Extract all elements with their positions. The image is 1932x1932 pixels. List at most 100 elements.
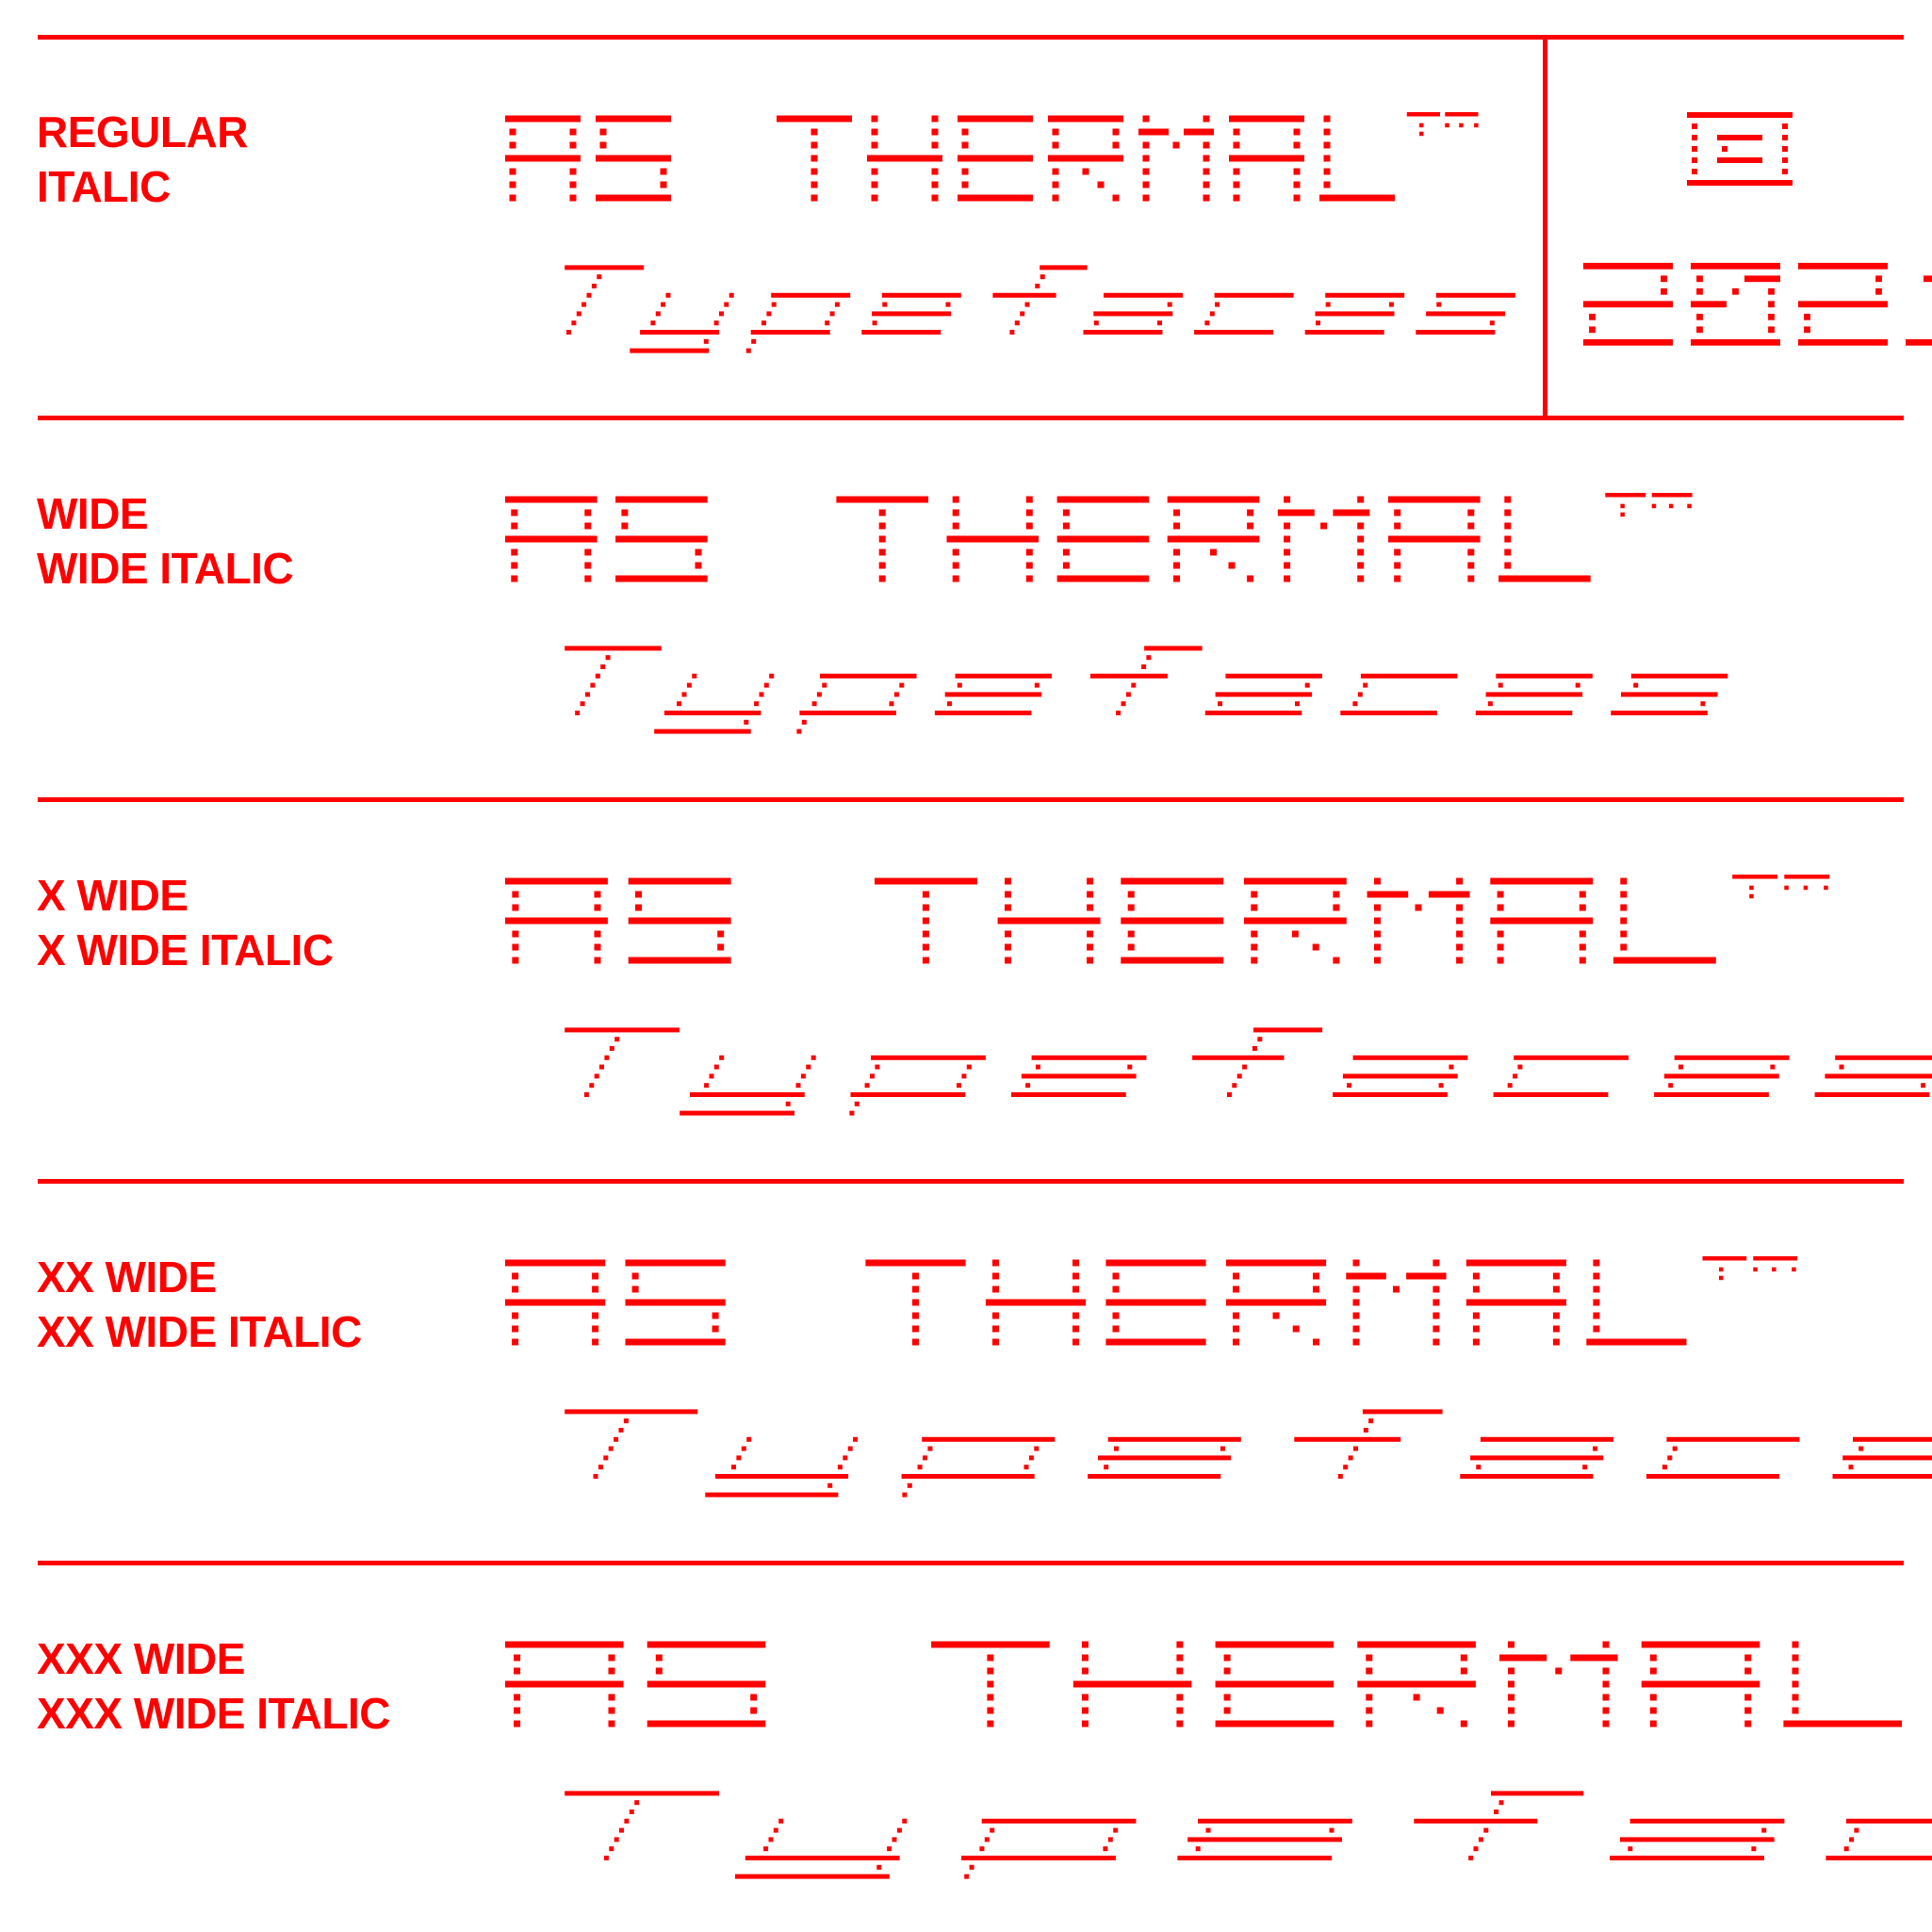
- title-pixel-H: [931, 128, 939, 136]
- subtitle-pixel-p: [923, 1455, 927, 1461]
- title-pixel-S: [647, 1720, 766, 1727]
- subtitle-pixel-p: [771, 302, 777, 307]
- subtitle-pixel-p: [850, 1092, 966, 1097]
- subtitle-pixel-c: [1645, 1474, 1779, 1479]
- title-pixel-A: [1552, 1272, 1560, 1280]
- title-pixel-L: [1792, 1654, 1799, 1662]
- subtitle-pixel-f: [1035, 284, 1040, 288]
- title-pixel-T: [878, 548, 886, 556]
- title-pixel-A: [514, 1707, 521, 1714]
- subtitle-pixel-c: [1517, 1064, 1523, 1070]
- title-pixel-A: [608, 1654, 615, 1662]
- title-pixel-M: [1367, 891, 1409, 898]
- subtitle-pixel-y: [654, 729, 751, 734]
- title-pixel-A: [1744, 1667, 1752, 1675]
- subtitle-pixel-c: [1209, 311, 1215, 317]
- subtitle-pixel-s: [1416, 330, 1496, 335]
- title-pixel-M: [1284, 522, 1291, 530]
- subtitle-pixel-y: [785, 1101, 791, 1106]
- title-pixel-E: [1056, 535, 1150, 543]
- title-pixel-A: [608, 1694, 615, 1701]
- subtitle-pixel-f: [1040, 274, 1045, 280]
- title-pixel-H: [1005, 904, 1011, 911]
- subtitle-pixel-T: [593, 1474, 598, 1479]
- title-pixel-H: [992, 1325, 999, 1333]
- trademark-pixel: [1419, 131, 1424, 137]
- year-pixel-0: [1696, 326, 1703, 334]
- subtitle-pixel-T: [599, 1064, 604, 1070]
- title-pixel-M: [1374, 943, 1381, 951]
- year-pixel-0: [1768, 313, 1775, 320]
- title-pixel-M: [1456, 957, 1464, 964]
- title-pixel-T: [931, 1641, 1050, 1648]
- title-pixel-A: [1579, 904, 1586, 911]
- subtitle-pixel-p: [927, 1446, 933, 1451]
- subtitle-pixel-s: [1630, 673, 1728, 679]
- year-pixel-2: [1661, 287, 1667, 295]
- title-pixel-M: [1142, 155, 1150, 162]
- trademark-pixel: [1651, 493, 1693, 498]
- title-pixel-H: [985, 1299, 1087, 1306]
- subtitle-pixel-c: [1826, 1856, 1932, 1860]
- title-pixel-A: [1552, 1312, 1560, 1319]
- subtitle-pixel-T: [565, 265, 645, 270]
- title-pixel-L: [1323, 181, 1331, 188]
- title-pixel-A: [1490, 917, 1594, 925]
- subtitle-pixel-s: [1835, 1055, 1932, 1060]
- title-pixel-A: [514, 1720, 521, 1727]
- title-pixel-R: [1333, 957, 1340, 964]
- title-pixel-E: [961, 128, 969, 136]
- title-pixel-E: [1112, 1272, 1120, 1280]
- title-pixel-A: [1497, 957, 1504, 964]
- subtitle-pixel-c: [1340, 711, 1437, 715]
- subtitle-pixel-f: [1020, 311, 1025, 317]
- subtitle-pixel-T: [589, 1083, 595, 1089]
- subtitle-pixel-e: [1329, 1827, 1334, 1833]
- subtitle-pixel-f: [1236, 1073, 1242, 1079]
- title-pixel-L: [1323, 155, 1331, 162]
- title-pixel-H: [952, 562, 959, 569]
- title-pixel-H: [1176, 1707, 1184, 1714]
- subtitle-pixel-e: [1316, 320, 1320, 326]
- title-pixel-L: [1620, 904, 1628, 911]
- subtitle-pixel-p: [893, 692, 899, 697]
- subtitle-pixel-T: [585, 692, 590, 697]
- title-pixel-H: [931, 194, 939, 202]
- title-pixel-A: [592, 1338, 599, 1346]
- subtitle-pixel-y: [729, 292, 734, 298]
- title-pixel-S: [655, 1654, 663, 1662]
- subtitle-pixel-e: [1475, 711, 1573, 715]
- subtitle-pixel-y: [810, 1055, 816, 1060]
- title-pixel-E: [1121, 877, 1224, 885]
- subtitle-pixel-y: [692, 673, 697, 679]
- year-pixel-2: [1583, 301, 1673, 308]
- subtitle-pixel-f: [1121, 701, 1126, 707]
- subtitle-pixel-T: [595, 673, 600, 679]
- title-pixel-M: [1203, 181, 1210, 188]
- subtitle-pixel-T: [608, 1446, 614, 1451]
- title-pixel-T: [912, 1285, 919, 1293]
- subtitle-pixel-s: [1435, 292, 1515, 298]
- title-pixel-E: [1127, 891, 1135, 898]
- title-pixel-H: [1176, 1720, 1184, 1727]
- title-pixel-A: [505, 155, 581, 162]
- subtitle-pixel-a: [1342, 1073, 1458, 1079]
- title-pixel-M: [1602, 1720, 1610, 1727]
- title-pixel-E: [1223, 1654, 1231, 1662]
- title-pixel-H: [1176, 1694, 1184, 1701]
- title-pixel-A: [1394, 509, 1401, 516]
- title-pixel-T: [777, 115, 852, 123]
- subtitle-pixel-f: [1294, 1436, 1401, 1442]
- subtitle-pixel-T: [614, 1436, 619, 1442]
- trademark-pixel: [1605, 493, 1646, 498]
- subtitle-pixel-e: [1011, 1092, 1126, 1097]
- subtitle-pixel-y: [719, 1055, 725, 1060]
- title-pixel-A: [569, 181, 577, 188]
- title-pixel-T: [922, 891, 929, 898]
- subtitle-pixel-a: [1438, 1083, 1444, 1089]
- year-pixel-0: [1696, 313, 1703, 320]
- copyright-icon: [1782, 157, 1788, 163]
- subtitle-pixel-y: [759, 692, 764, 697]
- title-pixel-A: [512, 943, 519, 951]
- subtitle-pixel-y: [887, 1846, 892, 1852]
